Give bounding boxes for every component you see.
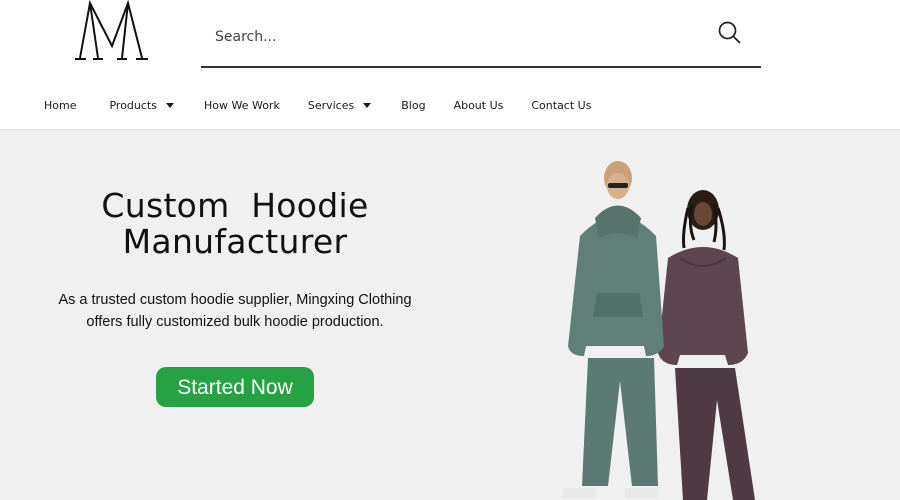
- nav-item-about-us[interactable]: About Us: [454, 99, 504, 112]
- main-nav: Home Products How We Work Services Blog …: [44, 96, 591, 114]
- hero-description-line-1: As a trusted custom hoodie supplier, Min…: [58, 292, 412, 308]
- nav-item-blog[interactable]: Blog: [401, 99, 425, 112]
- nav-item-contact-us[interactable]: Contact Us: [531, 99, 591, 112]
- caret-down-icon[interactable]: [363, 103, 372, 108]
- nav-item-label: Services: [307, 98, 355, 112]
- nav-item-label: Contact Us: [531, 98, 592, 112]
- model-left: [562, 161, 664, 498]
- nav-item-home[interactable]: Home: [44, 99, 76, 112]
- hero-title-line-1: Custom Hoodie: [101, 186, 369, 225]
- started-now-button[interactable]: Started Now: [156, 367, 314, 407]
- hero-description-line-2: offers fully customized bulk hoodie prod…: [86, 314, 384, 330]
- brand-logo-icon[interactable]: [72, 0, 152, 64]
- nav-item-label: How We Work: [203, 98, 280, 112]
- nav-item-label: Products: [109, 98, 157, 112]
- nav-item-how-we-work[interactable]: How We Work: [204, 99, 280, 112]
- model-right: [658, 190, 755, 500]
- search-input[interactable]: [201, 18, 697, 56]
- hero-title-line-2: Manufacturer: [122, 222, 348, 261]
- hero-section: Custom Hoodie Manufacturer As a trusted …: [0, 130, 900, 500]
- search-bar: [201, 8, 761, 68]
- site-header: Home Products How We Work Services Blog …: [0, 0, 900, 130]
- nav-item-label: About Us: [453, 98, 504, 112]
- search-icon[interactable]: [717, 20, 743, 46]
- caret-down-icon[interactable]: [165, 103, 174, 108]
- nav-item-products[interactable]: Products: [109, 99, 174, 112]
- hero-title: Custom Hoodie Manufacturer: [60, 188, 410, 260]
- nav-item-services[interactable]: Services: [307, 98, 372, 112]
- nav-item-label: Blog: [401, 98, 426, 112]
- hoodie-models-image: [562, 161, 755, 500]
- hero-description: As a trusted custom hoodie supplier, Min…: [40, 289, 430, 333]
- nav-item-label: Home: [44, 98, 77, 112]
